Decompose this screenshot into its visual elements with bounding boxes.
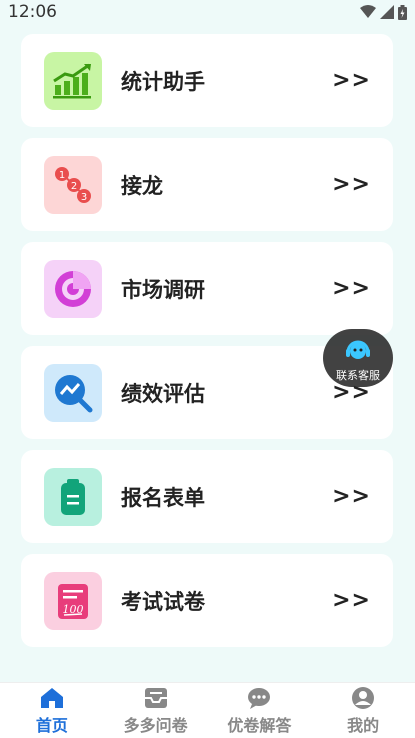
- target-chart-icon: [44, 259, 102, 318]
- user-icon: [352, 686, 375, 709]
- card-arrow: >>: [332, 68, 371, 93]
- card-title: 接龙: [121, 173, 163, 198]
- svg-text:2: 2: [71, 181, 77, 192]
- tab-questionnaire[interactable]: 多多问卷: [111, 686, 201, 736]
- wifi-icon: [360, 5, 376, 18]
- status-time: 12:06: [8, 2, 57, 22]
- card-chain[interactable]: 1 2 3 接龙 >>: [21, 138, 393, 231]
- clipboard-icon: [44, 467, 102, 526]
- bottom-tabbar: 首页 多多问卷 优卷解答 我的: [0, 682, 415, 738]
- tab-home[interactable]: 首页: [7, 686, 97, 736]
- exam-paper-icon: 100: [44, 571, 102, 630]
- card-title: 市场调研: [121, 277, 205, 302]
- tab-label: 优卷解答: [227, 715, 292, 735]
- inbox-icon: [144, 687, 167, 708]
- trend-search-icon: [44, 363, 102, 422]
- home-icon: [40, 687, 63, 708]
- tab-label: 首页: [35, 715, 68, 735]
- card-exam-paper[interactable]: 100 考试试卷 >>: [21, 554, 393, 647]
- svg-text:1: 1: [59, 170, 65, 181]
- tab-mine[interactable]: 我的: [318, 686, 408, 736]
- card-registration-form[interactable]: 报名表单 >>: [21, 450, 393, 543]
- card-title: 绩效评估: [121, 381, 205, 406]
- chart-icon: [44, 51, 102, 110]
- card-arrow: >>: [332, 276, 371, 301]
- contact-service-label: 联系客服: [336, 368, 380, 382]
- customer-service-icon: [346, 340, 370, 359]
- card-title: 考试试卷: [121, 589, 205, 614]
- signal-icon: [380, 5, 394, 19]
- svg-text:3: 3: [81, 192, 87, 203]
- card-arrow: >>: [332, 484, 371, 509]
- tab-answers[interactable]: 优卷解答: [214, 686, 304, 736]
- tab-label: 我的: [347, 715, 380, 735]
- card-market-research[interactable]: 市场调研 >>: [21, 242, 393, 335]
- card-title: 统计助手: [121, 69, 205, 94]
- card-title: 报名表单: [121, 485, 205, 510]
- tab-label: 多多问卷: [123, 715, 188, 735]
- battery-icon: [398, 4, 407, 20]
- numbered-dots-icon: 1 2 3: [44, 155, 102, 214]
- status-icons: [360, 4, 407, 20]
- card-statistics-assistant[interactable]: 统计助手 >>: [21, 34, 393, 127]
- contact-service-button[interactable]: 联系客服: [323, 329, 393, 387]
- card-arrow: >>: [332, 588, 371, 613]
- card-arrow: >>: [332, 172, 371, 197]
- status-bar: 12:06: [0, 0, 415, 24]
- chat-icon: [248, 687, 271, 709]
